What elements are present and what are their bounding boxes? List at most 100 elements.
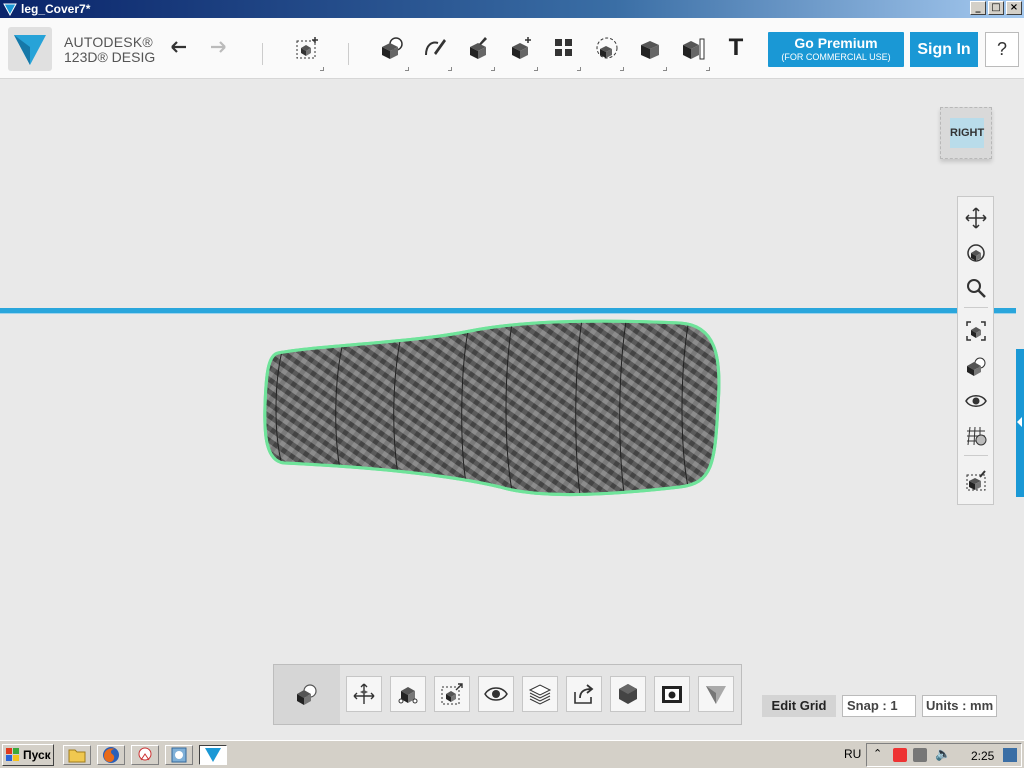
quicklaunch-app-2[interactable] (165, 745, 193, 765)
taskbar-123d-design[interactable] (199, 745, 227, 765)
pattern-button[interactable] (547, 31, 581, 71)
start-button[interactable]: Пуск (2, 744, 54, 766)
app-menu-button[interactable] (698, 676, 734, 712)
app-logo-icon (3, 3, 17, 16)
clock[interactable]: 2:25 (971, 749, 994, 763)
zoom-icon (967, 279, 986, 298)
3d-viewport[interactable]: RIGHT Edit Grid Snap: 1 Units: mm (0, 79, 1024, 740)
pan-icon (965, 207, 987, 229)
tray-expand-icon[interactable]: ⌃ (873, 747, 882, 760)
app-logo-icon (205, 748, 221, 762)
help-button[interactable]: ? (985, 32, 1019, 67)
share-button[interactable] (566, 676, 602, 712)
grid-material-icon (967, 426, 987, 446)
primitives-button[interactable] (375, 31, 409, 71)
tray-network-icon[interactable] (913, 748, 927, 762)
visibility-toggle-button[interactable] (478, 676, 514, 712)
transform-button[interactable] (290, 31, 324, 71)
eye-icon (484, 687, 508, 701)
app-shortcut-icon (138, 747, 152, 761)
show-desktop-icon[interactable] (1003, 748, 1017, 762)
system-tray: ⌃ 🔈 2:25 (866, 743, 1022, 767)
grid-horizon-shadow (0, 313, 1016, 314)
move-icon (353, 683, 375, 704)
language-indicator[interactable]: RU (844, 747, 861, 761)
fit-button[interactable] (963, 318, 989, 344)
measure-button[interactable] (676, 31, 710, 71)
view-cube-face[interactable]: RIGHT (950, 118, 984, 148)
window-title: leg_Cover7* (21, 2, 91, 16)
pattern-icon (555, 39, 572, 56)
snap-button[interactable] (963, 467, 989, 493)
navigation-bar (957, 196, 994, 505)
toolbar-separator (262, 43, 263, 65)
zoom-button[interactable] (963, 275, 989, 301)
grouping-icon (596, 37, 618, 59)
minimize-button[interactable]: _ (970, 1, 986, 15)
quicklaunch-explorer[interactable] (63, 745, 91, 765)
leg-cover-model[interactable] (260, 315, 722, 497)
modify-button[interactable] (504, 31, 538, 71)
move-button[interactable] (346, 676, 382, 712)
quicklaunch-firefox[interactable] (97, 745, 125, 765)
bounding-box-button[interactable] (434, 676, 470, 712)
material-button[interactable] (610, 676, 646, 712)
edit-grid-button[interactable]: Edit Grid (762, 695, 836, 717)
brand-line-2: 123D® DESIGN (64, 50, 156, 65)
bounding-box-icon (441, 683, 463, 705)
toolbar-separator (348, 43, 349, 65)
transform-icon (296, 37, 318, 59)
bottom-primitives-button[interactable] (288, 676, 324, 712)
go-premium-button[interactable]: Go Premium (FOR COMMERCIAL USE) (768, 32, 904, 67)
tray-alert-icon[interactable] (893, 748, 907, 762)
visibility-button[interactable] (963, 388, 989, 414)
view-cube[interactable]: RIGHT (940, 107, 992, 159)
app-menu-logo-icon[interactable] (8, 27, 52, 71)
tray-volume-icon[interactable]: 🔈 (935, 746, 951, 762)
undo-icon (171, 41, 186, 53)
fit-icon (966, 321, 986, 341)
visibility-icon (965, 395, 987, 407)
redo-icon (211, 41, 226, 53)
window-title-bar: leg_Cover7* _ □ × (0, 0, 1024, 18)
units-dropdown[interactable]: Units : mm (922, 695, 997, 717)
quicklaunch-app[interactable] (131, 745, 159, 765)
view-mode-button[interactable] (963, 353, 989, 379)
navbar-separator (964, 455, 988, 456)
layers-button[interactable] (522, 676, 558, 712)
side-panel-toggle[interactable] (1016, 349, 1024, 497)
sketch-button[interactable] (418, 31, 452, 71)
undo-button[interactable] (161, 31, 195, 65)
orbit-icon (967, 244, 985, 262)
brand-text: AUTODESK® 123D® DESIGN (64, 35, 156, 65)
combine-button[interactable] (633, 31, 667, 71)
grouping-button[interactable] (590, 31, 624, 71)
go-premium-sublabel: (FOR COMMERCIAL USE) (781, 52, 891, 62)
text-tool-button[interactable]: T (719, 31, 753, 65)
construct-icon (470, 37, 487, 59)
pan-button[interactable] (963, 205, 989, 231)
sign-in-button[interactable]: Sign In (910, 32, 978, 67)
maximize-button[interactable]: □ (988, 1, 1004, 15)
close-button[interactable]: × (1006, 1, 1022, 15)
text-icon: T (728, 34, 744, 61)
snapshot-button[interactable] (654, 676, 690, 712)
navbar-separator (964, 307, 988, 308)
logo-icon (706, 686, 726, 704)
chevron-left-icon (1017, 417, 1022, 427)
share-icon (574, 684, 594, 704)
redo-button[interactable] (202, 31, 236, 65)
orbit-button[interactable] (963, 240, 989, 266)
layers-icon (528, 684, 552, 705)
snap-dropdown[interactable]: Snap : 1 (842, 695, 916, 717)
construct-button[interactable] (461, 31, 495, 71)
primitives-icon (382, 37, 403, 59)
main-toolbar: AUTODESK® 123D® DESIGN T Go Premium (FOR… (0, 18, 1024, 79)
combine-icon (641, 41, 659, 59)
grid-material-button[interactable] (963, 423, 989, 449)
brand-line-1: AUTODESK® (64, 34, 153, 50)
smart-scale-button[interactable] (390, 676, 426, 712)
windows-logo-icon (6, 748, 19, 761)
start-label: Пуск (23, 748, 51, 762)
go-premium-label: Go Premium (794, 35, 878, 51)
